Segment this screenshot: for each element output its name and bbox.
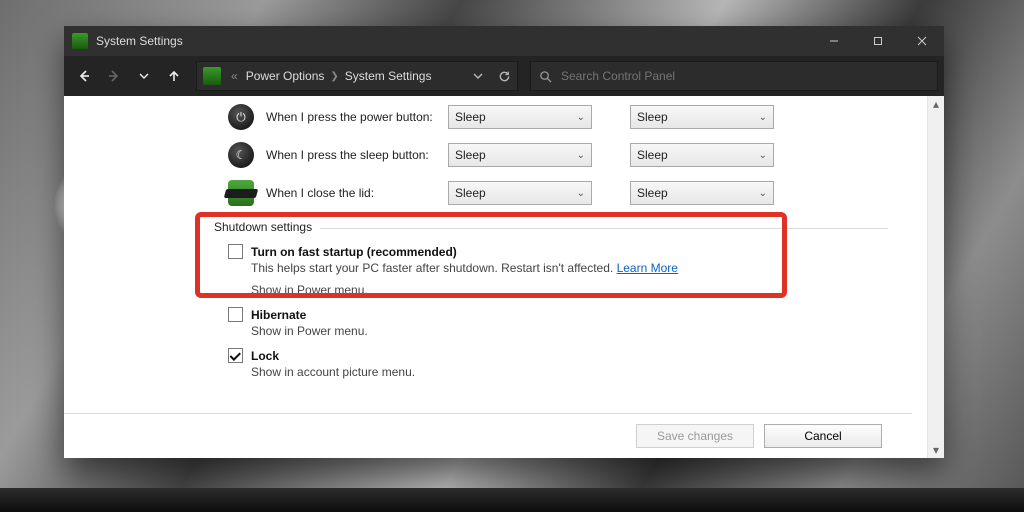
scroll-down-button[interactable]: ▾ [928,442,944,458]
fast-startup-desc: This helps start your PC faster after sh… [251,261,617,275]
content-area: ⏻ When I press the power button: Sleep⌄ … [64,96,944,458]
search-box[interactable] [530,61,938,91]
window-title: System Settings [96,34,183,48]
refresh-icon [498,70,511,83]
desktop-background: System Settings [0,0,1024,512]
title-bar: System Settings [64,26,944,56]
fast-startup-option: Turn on fast startup (recommended) This … [228,244,868,275]
chevron-down-icon: ⌄ [577,112,585,123]
hibernate-option: Hibernate Show in Power menu. [228,307,868,338]
lock-title: Lock [251,349,279,363]
search-input[interactable] [559,68,937,84]
lock-desc: Show in account picture menu. [251,365,868,379]
sleep-button-label: When I press the sleep button: [266,148,436,162]
power-button-label: When I press the power button: [266,110,436,124]
power-button-plugged-select[interactable]: Sleep⌄ [630,105,774,129]
minimize-button[interactable] [812,26,856,56]
navigation-bar: « Power Options ❯ System Settings [64,56,944,96]
shutdown-settings: Turn on fast startup (recommended) This … [228,244,868,389]
sleep-button-icon: ☾ [228,142,254,168]
sleep-option-partial: Show in Power menu. [228,283,868,297]
sleep-desc: Show in Power menu. [251,283,868,297]
breadcrumb-system-settings[interactable]: System Settings [341,69,436,83]
nav-forward-button[interactable] [100,62,128,90]
refresh-button[interactable] [491,63,517,89]
sleep-button-plugged-select[interactable]: Sleep⌄ [630,143,774,167]
scroll-up-button[interactable]: ▴ [928,96,944,112]
breadcrumb-power-options[interactable]: Power Options [242,69,329,83]
address-dropdown-button[interactable] [465,63,491,89]
cancel-button[interactable]: Cancel [764,424,882,448]
chevron-down-icon: ⌄ [759,150,767,161]
save-changes-button[interactable]: Save changes [636,424,754,448]
hibernate-desc: Show in Power menu. [251,324,868,338]
address-app-icon [203,67,221,85]
app-icon [72,33,88,49]
close-icon [917,36,927,46]
minimize-icon [829,36,839,46]
arrow-left-icon [77,69,91,83]
close-lid-plugged-select[interactable]: Sleep⌄ [630,181,774,205]
arrow-right-icon [107,69,121,83]
power-button-row: ⏻ When I press the power button: Sleep⌄ … [228,98,888,136]
chevron-down-icon [473,71,483,81]
nav-back-button[interactable] [70,62,98,90]
close-button[interactable] [900,26,944,56]
chevron-down-icon: ⌄ [759,112,767,123]
hibernate-checkbox[interactable] [228,307,243,322]
chevron-down-icon: ⌄ [577,188,585,199]
address-bar[interactable]: « Power Options ❯ System Settings [196,61,518,91]
arrow-up-icon [167,69,181,83]
sleep-button-row: ☾ When I press the sleep button: Sleep⌄ … [228,136,888,174]
chevron-down-icon: ⌄ [759,188,767,199]
vertical-scrollbar[interactable]: ▴ ▾ [927,96,944,458]
sleep-button-battery-select[interactable]: Sleep⌄ [448,143,592,167]
power-button-battery-select[interactable]: Sleep⌄ [448,105,592,129]
fast-startup-checkbox[interactable] [228,244,243,259]
nav-recent-button[interactable] [130,62,158,90]
close-lid-battery-select[interactable]: Sleep⌄ [448,181,592,205]
power-button-rows: ⏻ When I press the power button: Sleep⌄ … [228,98,888,212]
chevron-right-icon: ❯ [328,71,340,82]
close-lid-label: When I close the lid: [266,186,436,200]
maximize-icon [873,36,883,46]
lock-option: Lock Show in account picture menu. [228,348,868,379]
lid-icon [228,180,254,206]
search-icon [531,70,559,83]
breadcrumb-prefix[interactable]: « [227,69,242,83]
taskbar[interactable] [0,488,1024,512]
nav-up-button[interactable] [160,62,188,90]
chevron-down-icon: ⌄ [577,150,585,161]
footer-bar: Save changes Cancel [64,413,912,458]
lock-checkbox[interactable] [228,348,243,363]
close-lid-row: When I close the lid: Sleep⌄ Sleep⌄ [228,174,888,212]
shutdown-settings-heading: Shutdown settings [214,220,320,234]
system-settings-window: System Settings [64,26,944,458]
hibernate-title: Hibernate [251,308,306,322]
learn-more-link[interactable]: Learn More [617,261,678,275]
power-button-icon: ⏻ [228,104,254,130]
maximize-button[interactable] [856,26,900,56]
chevron-down-icon [139,71,149,81]
fast-startup-title: Turn on fast startup (recommended) [251,245,457,259]
